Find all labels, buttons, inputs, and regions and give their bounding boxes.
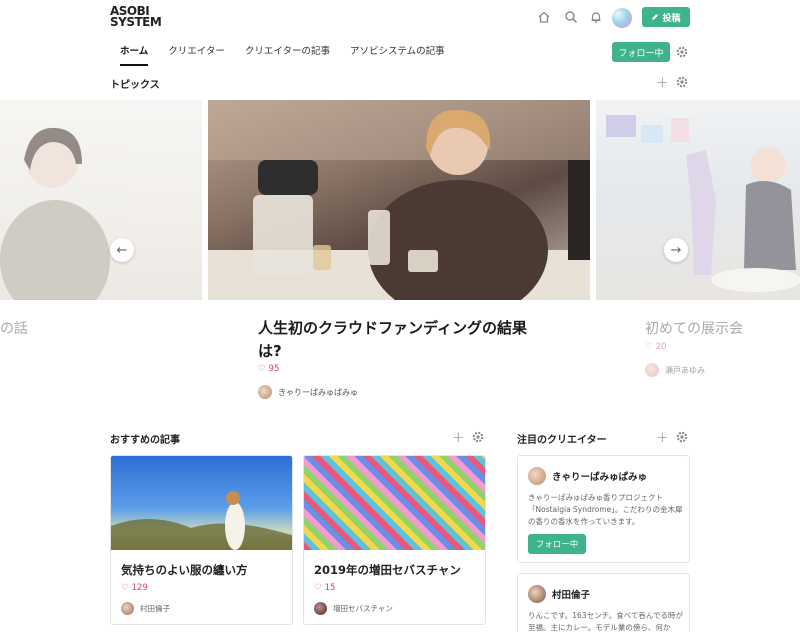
- carousel-slide-prev[interactable]: [0, 100, 202, 300]
- search-icon[interactable]: [564, 10, 578, 24]
- like-value: 129: [131, 583, 148, 593]
- creator-bio: りんこです。163センチ。食べて呑んでる時が至福。主にカレー。モデル業の傍ら、何…: [528, 611, 684, 632]
- author-avatar: [645, 363, 659, 377]
- creator-avatar: [528, 585, 546, 603]
- article-author[interactable]: きゃりーぱみゅぱみゅ: [258, 385, 358, 399]
- pencil-icon: [652, 14, 659, 20]
- author-name: 瀬戸あゆみ: [665, 365, 705, 375]
- article-author[interactable]: 村田倫子: [121, 602, 170, 615]
- heart-icon: ♡: [121, 583, 129, 593]
- like-value: 95: [268, 364, 280, 374]
- creator-card[interactable]: きゃりーぱみゅぱみゅ きゃりーぱみゅぱみゅ香りプロジェクト「Nostalgia …: [517, 455, 690, 563]
- asobisystem-logo[interactable]: ASOBI SYSTEM: [110, 5, 162, 29]
- article-title[interactable]: 2019年の増田セバスチャン: [314, 562, 461, 578]
- article-title[interactable]: 気持ちのよい服の纏い方: [121, 562, 248, 578]
- like-value: 15: [324, 583, 336, 593]
- author-name: きゃりーぱみゅぱみゅ: [278, 387, 358, 397]
- like-value: 20: [655, 342, 667, 352]
- gear-icon[interactable]: [472, 431, 484, 443]
- author-avatar: [258, 385, 272, 399]
- arrow-right-icon: →: [670, 242, 682, 258]
- exhibition-photo-image: [606, 115, 800, 292]
- add-icon[interactable]: +: [656, 75, 669, 90]
- like-count[interactable]: ♡ 129: [121, 583, 148, 593]
- prev-slide-title[interactable]: の話: [0, 318, 28, 338]
- creator-name: 村田倫子: [552, 590, 591, 601]
- heart-icon: ♡: [314, 583, 322, 593]
- next-slide-like-count: ♡ 20: [645, 342, 666, 352]
- next-slide-author[interactable]: 瀬戸あゆみ: [645, 363, 705, 377]
- next-slide-title[interactable]: 初めての展示会: [645, 318, 743, 338]
- nav-home[interactable]: ホーム: [110, 44, 158, 66]
- creator-name-row[interactable]: 村田倫子: [528, 585, 590, 603]
- gear-icon[interactable]: [676, 46, 688, 58]
- gear-icon[interactable]: [676, 76, 688, 88]
- logo-line-2: SYSTEM: [110, 15, 162, 29]
- article-image: [111, 456, 292, 550]
- article-card[interactable]: 2019年の増田セバスチャン ♡ 15 増田セバスチャン: [303, 455, 486, 625]
- carousel-next-button[interactable]: →: [664, 238, 688, 262]
- article-card[interactable]: 気持ちのよい服の纏い方 ♡ 129 村田倫子: [110, 455, 293, 625]
- add-icon[interactable]: +: [656, 430, 669, 445]
- carousel-slide-current[interactable]: [208, 100, 590, 300]
- home-icon[interactable]: [537, 10, 551, 24]
- author-avatar: [121, 602, 134, 615]
- carousel-slide-next[interactable]: [596, 100, 800, 300]
- author-name: 村田倫子: [140, 604, 170, 613]
- creators-title: 注目のクリエイター: [517, 435, 607, 446]
- add-icon[interactable]: +: [452, 430, 465, 445]
- gear-icon[interactable]: [676, 431, 688, 443]
- creator-avatar: [528, 467, 546, 485]
- woman-portrait-image: [0, 127, 110, 300]
- heart-icon: ♡: [258, 364, 266, 374]
- creator-bio: きゃりーぱみゅぱみゅ香りプロジェクト「Nostalgia Syndrome」。こ…: [528, 493, 683, 526]
- featured-article-title[interactable]: 人生初のクラウドファンディングの結果は?: [258, 317, 548, 363]
- nav-creators[interactable]: クリエイター: [158, 44, 235, 60]
- post-button-label: 投稿: [662, 13, 681, 24]
- creator-name: きゃりーぱみゅぱみゅ: [552, 472, 648, 483]
- nav-asobisystem-articles[interactable]: アソビシステムの記事: [340, 44, 455, 60]
- user-avatar[interactable]: [612, 8, 632, 28]
- like-count[interactable]: ♡ 95: [258, 364, 279, 374]
- arrow-left-icon: ←: [116, 242, 128, 258]
- heart-icon: ♡: [645, 342, 653, 352]
- article-author[interactable]: 増田セバスチャン: [314, 602, 393, 615]
- nav-creator-articles[interactable]: クリエイターの記事: [235, 44, 340, 60]
- main-nav: ホーム クリエイター クリエイターの記事 アソビシステムの記事: [110, 44, 455, 66]
- author-avatar: [314, 602, 327, 615]
- recommended-title: おすすめの記事: [110, 435, 180, 446]
- article-image: [304, 456, 485, 550]
- featured-photo-image: [208, 100, 590, 300]
- like-count[interactable]: ♡ 15: [314, 583, 335, 593]
- follow-button[interactable]: フォロー中: [528, 534, 586, 554]
- creator-name-row[interactable]: きゃりーぱみゅぱみゅ: [528, 467, 647, 485]
- bell-icon[interactable]: [589, 10, 603, 24]
- creator-card[interactable]: 村田倫子 りんこです。163センチ。食べて呑んでる時が至福。主にカレー。モデル業…: [517, 573, 690, 632]
- post-button[interactable]: 投稿: [642, 7, 690, 27]
- author-name: 増田セバスチャン: [333, 604, 393, 613]
- carousel-prev-button[interactable]: ←: [110, 238, 134, 262]
- topics-title: トピックス: [110, 80, 160, 91]
- follow-button[interactable]: フォロー中: [612, 42, 670, 62]
